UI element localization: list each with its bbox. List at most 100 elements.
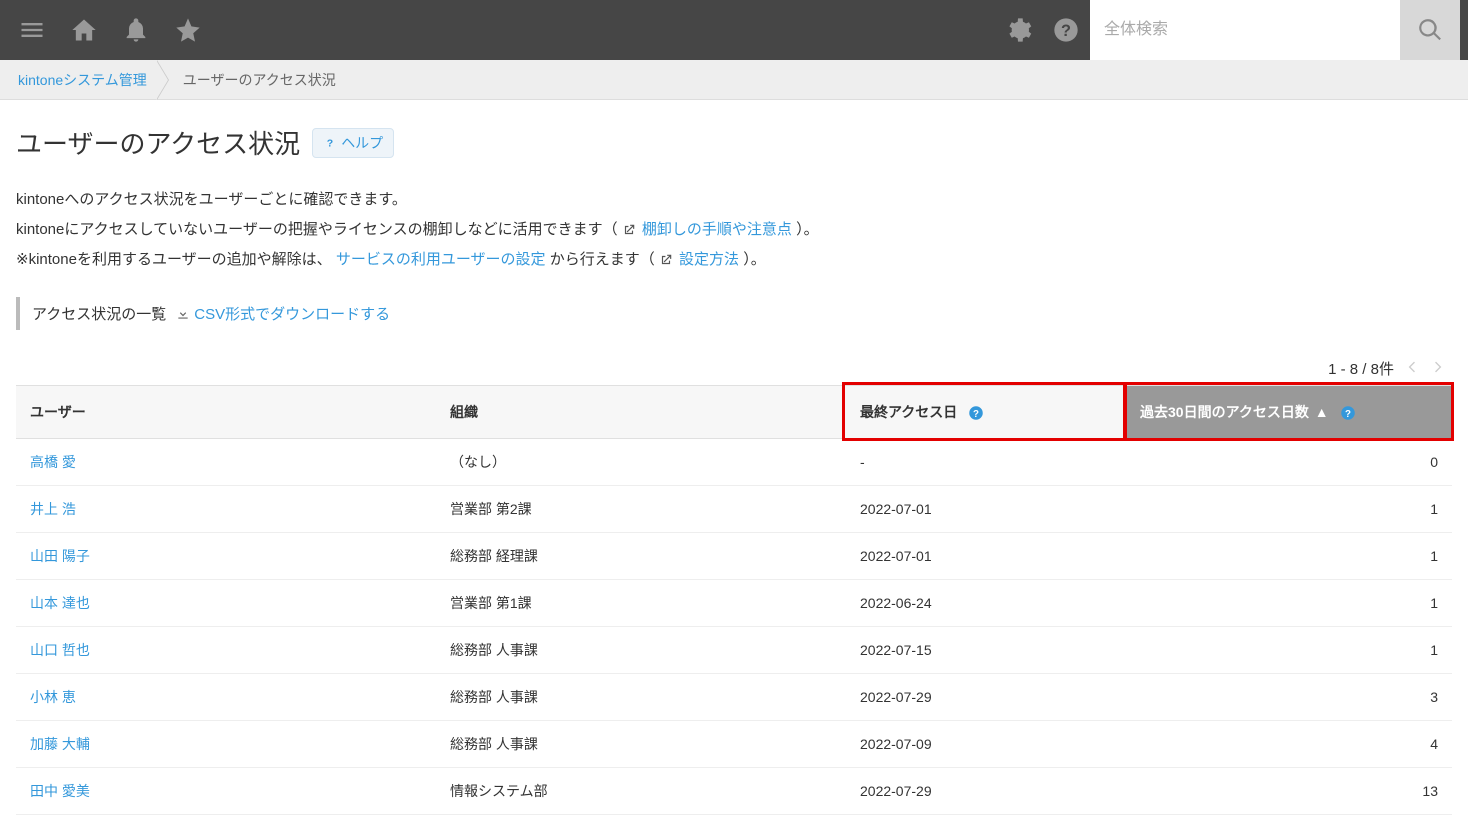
star-icon[interactable]: [164, 6, 212, 54]
help-tooltip-icon[interactable]: ?: [1339, 404, 1357, 422]
csv-download-label: CSV形式でダウンロードする: [194, 303, 390, 324]
col-org[interactable]: 組織: [436, 386, 846, 439]
table-row: 山口 哲也 総務部 人事課2022-07-151: [16, 627, 1452, 674]
cell-last: 2022-07-29: [846, 768, 1126, 815]
cell-last: 2022-07-01: [846, 486, 1126, 533]
cell-days: 3: [1126, 674, 1452, 721]
page-title: ユーザーのアクセス状況: [16, 124, 300, 161]
topbar: ?: [0, 0, 1468, 60]
question-icon: ?: [323, 136, 337, 150]
table-row: 井上 浩営業部 第2課2022-07-011: [16, 486, 1452, 533]
user-link[interactable]: 加藤 大輔: [30, 736, 90, 752]
col-org-label: 組織: [450, 404, 478, 420]
col-access-days[interactable]: 過去30日間のアクセス日数 ▲ ?: [1126, 386, 1452, 439]
col-days-label: 過去30日間のアクセス日数: [1140, 404, 1309, 420]
table-row: 田中 愛美 情報システム部2022-07-2913: [16, 768, 1452, 815]
cell-last: 2022-07-09: [846, 721, 1126, 768]
desc-line3-a: ※kintoneを利用するユーザーの追加や解除は、: [16, 251, 332, 268]
table-row: 加藤 大輔総務部 人事課2022-07-094: [16, 721, 1452, 768]
help-tooltip-icon[interactable]: ?: [967, 404, 985, 422]
search-button[interactable]: [1400, 0, 1460, 60]
sort-asc-icon: ▲: [1315, 404, 1329, 420]
service-settings-link[interactable]: サービスの利用ユーザーの設定: [336, 251, 546, 268]
svg-text:?: ?: [1061, 22, 1071, 40]
chevron-right-icon: [1430, 359, 1446, 375]
breadcrumb: kintoneシステム管理 ユーザーのアクセス状況: [0, 60, 1468, 100]
pager-text: 1 - 8 / 8件: [1328, 358, 1394, 379]
cell-org: 総務部 経理課: [436, 533, 846, 580]
section-header: アクセス状況の一覧 CSV形式でダウンロードする: [16, 297, 1452, 330]
user-link[interactable]: 山田 陽子: [30, 548, 90, 564]
menu-icon[interactable]: [8, 6, 56, 54]
gear-icon[interactable]: [994, 6, 1042, 54]
desc-line1: kintoneへのアクセス状況をユーザーごとに確認できます。: [16, 185, 1452, 215]
col-last-label: 最終アクセス日: [860, 404, 957, 420]
user-link[interactable]: 田中 愛美: [30, 783, 90, 799]
cell-last: -: [846, 439, 1126, 486]
cell-days: 4: [1126, 721, 1452, 768]
user-link[interactable]: 山口 哲也: [30, 642, 90, 658]
cell-org: 総務部 人事課: [436, 627, 846, 674]
help-icon[interactable]: ?: [1042, 6, 1090, 54]
user-link[interactable]: 小林 恵: [30, 689, 76, 705]
col-last-access[interactable]: 最終アクセス日 ?: [846, 386, 1126, 439]
audit-link[interactable]: 棚卸しの手順や注意点: [642, 221, 792, 238]
user-link[interactable]: 井上 浩: [30, 501, 76, 517]
table-row: 山本 達也 営業部 第1課2022-06-241: [16, 580, 1452, 627]
table-row: 山田 陽子 総務部 経理課2022-07-011: [16, 533, 1452, 580]
topbar-left: [8, 6, 212, 54]
help-badge[interactable]: ? ヘルプ: [312, 128, 394, 158]
page-content: ユーザーのアクセス状況 ? ヘルプ kintoneへのアクセス状況をユーザーごと…: [0, 100, 1468, 831]
breadcrumb-current: ユーザーのアクセス状況: [165, 60, 354, 99]
cell-last: 2022-07-01: [846, 533, 1126, 580]
cell-days: 0: [1126, 439, 1452, 486]
user-link[interactable]: 高橋 愛: [30, 454, 76, 470]
col-user-label: ユーザー: [30, 404, 86, 420]
table-body: 高橋 愛（なし）-0井上 浩営業部 第2課2022-07-011山田 陽子総務部…: [16, 439, 1452, 815]
external-link-icon: [659, 253, 673, 267]
section-title: アクセス状況の一覧: [32, 303, 166, 324]
description: kintoneへのアクセス状況をユーザーごとに確認できます。 kintoneにア…: [16, 185, 1452, 275]
table-row: 小林 恵 総務部 人事課2022-07-293: [16, 674, 1452, 721]
bell-icon[interactable]: [112, 6, 160, 54]
cell-org: 営業部 第1課: [436, 580, 846, 627]
table-row: 高橋 愛 （なし）-0: [16, 439, 1452, 486]
table-header-row: ユーザー 組織 最終アクセス日 ? 過去30日間のアクセス日数 ▲ ?: [16, 386, 1452, 439]
desc-line2-b: ）。: [796, 221, 819, 238]
breadcrumb-root[interactable]: kintoneシステム管理: [0, 60, 165, 99]
pager-next[interactable]: [1430, 359, 1446, 379]
cell-days: 13: [1126, 768, 1452, 815]
cell-days: 1: [1126, 533, 1452, 580]
cell-days: 1: [1126, 486, 1452, 533]
search-icon: [1417, 17, 1443, 43]
home-icon[interactable]: [60, 6, 108, 54]
help-label: ヘルプ: [341, 133, 383, 153]
pager-prev[interactable]: [1404, 359, 1420, 379]
desc-line3-mid: から行えます（: [550, 251, 655, 268]
cell-last: 2022-07-29: [846, 674, 1126, 721]
cell-days: 1: [1126, 580, 1452, 627]
desc-line2: kintoneにアクセスしていないユーザーの把握やライセンスの棚卸しなどに活用で…: [16, 215, 1452, 245]
desc-line3: ※kintoneを利用するユーザーの追加や解除は、 サービスの利用ユーザーの設定…: [16, 245, 1452, 275]
user-link[interactable]: 山本 達也: [30, 595, 90, 611]
csv-download-link[interactable]: CSV形式でダウンロードする: [176, 303, 390, 324]
cell-org: 総務部 人事課: [436, 674, 846, 721]
external-link-icon: [622, 223, 636, 237]
cell-last: 2022-07-15: [846, 627, 1126, 674]
title-row: ユーザーのアクセス状況 ? ヘルプ: [16, 124, 1452, 161]
breadcrumb-root-link[interactable]: kintoneシステム管理: [18, 70, 147, 90]
cell-last: 2022-06-24: [846, 580, 1126, 627]
col-user[interactable]: ユーザー: [16, 386, 436, 439]
search-wrap: [1090, 0, 1460, 60]
cell-org: 情報システム部: [436, 768, 846, 815]
download-icon: [176, 307, 190, 321]
cell-org: （なし）: [436, 439, 846, 486]
table-wrap: ユーザー 組織 最終アクセス日 ? 過去30日間のアクセス日数 ▲ ? 高橋 愛…: [16, 385, 1452, 815]
svg-text:?: ?: [327, 137, 333, 149]
svg-text:?: ?: [1345, 409, 1351, 420]
search-input[interactable]: [1090, 0, 1400, 60]
svg-text:?: ?: [973, 409, 979, 420]
access-table: ユーザー 組織 最終アクセス日 ? 過去30日間のアクセス日数 ▲ ? 高橋 愛…: [16, 385, 1452, 815]
config-link[interactable]: 設定方法: [679, 251, 739, 268]
cell-days: 1: [1126, 627, 1452, 674]
